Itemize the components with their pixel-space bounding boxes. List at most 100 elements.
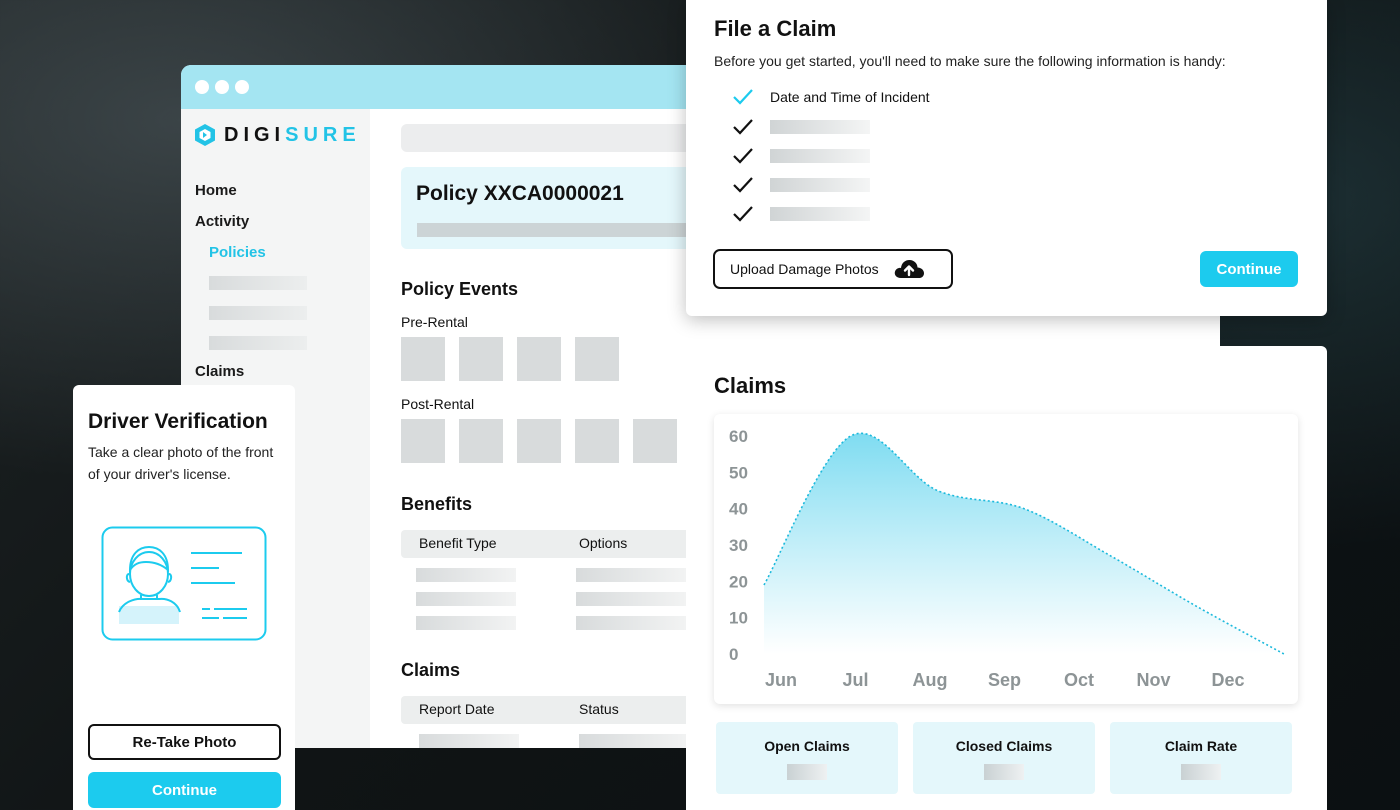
post-rental-photo-thumb[interactable] [517,419,561,463]
benefits-title: Benefits [401,494,473,514]
sidebar-item-claims[interactable]: Claims [195,363,244,380]
x-tick-label: Jul [842,670,868,690]
data-point-oct[interactable] [1108,553,1114,559]
data-point-jul[interactable] [848,433,854,439]
checklist-item-label: Date and Time of Incident [770,89,930,105]
file-claim-description: Before you get started, you'll need to m… [714,53,1226,69]
table-cell-placeholder [416,616,516,630]
pre-rental-photo-thumb[interactable] [459,337,503,381]
table-cell-placeholder [576,592,686,606]
column-header-status[interactable]: Status [579,701,619,717]
driver-continue-button[interactable]: Continue [88,772,281,808]
digisure-logo[interactable]: DIGISURE [194,123,361,147]
table-cell-placeholder [576,616,686,630]
window-dot[interactable] [235,80,249,94]
file-claim-continue-button[interactable]: Continue [1200,251,1298,287]
claims-section-title: Claims [401,660,461,680]
post-rental-label: Post-Rental [401,396,475,412]
closed-claims-stat[interactable]: Closed Claims [913,722,1095,794]
policy-title: Policy XXCA0000021 [416,182,624,205]
post-rental-photo-thumb[interactable] [401,419,445,463]
policy-placeholder-bar [417,223,717,237]
policy-header-card: Policy XXCA0000021 [401,167,721,249]
checklist-placeholder-bar [770,149,870,163]
claims-area-chart: 0 10 20 30 40 50 60 Jun Jul Aug Sep Oct Nov Dec [714,414,1298,704]
claims-chart-title: Claims [714,373,787,398]
driver-verification-title: Driver Verification [88,410,268,433]
y-tick-label: 20 [729,572,748,591]
pre-rental-label: Pre-Rental [401,314,468,330]
upload-button-label: Upload Damage Photos [730,261,879,277]
data-point-jun[interactable] [761,582,767,588]
file-claim-title: File a Claim [714,16,837,41]
checklist-placeholder-bar [770,207,870,221]
stat-label: Closed Claims [955,738,1053,754]
logo-wordmark: DIGISURE [224,123,361,146]
post-rental-photo-thumb[interactable] [633,419,677,463]
data-point-nov[interactable] [1194,604,1200,610]
y-tick-label: 60 [729,427,748,446]
sidebar-item-policies[interactable]: Policies [209,244,266,261]
file-claim-card: File a Claim Before you get started, you… [686,0,1327,316]
checklist-item [732,118,870,136]
checkmark-icon [733,206,753,222]
pre-rental-photo-thumb[interactable] [401,337,445,381]
open-claims-stat[interactable]: Open Claims [716,722,898,794]
y-tick-label: 40 [729,500,748,519]
x-tick-label: Aug [913,670,948,690]
sidebar-placeholder-item[interactable] [209,306,307,320]
checklist-item [732,176,870,194]
x-tick-label: Oct [1064,670,1094,690]
driver-license-icon [101,526,267,641]
sidebar-item-home[interactable]: Home [195,182,237,199]
column-header-report-date[interactable]: Report Date [419,701,494,717]
table-cell-placeholder [416,568,516,582]
claims-chart-card: Claims 0 10 20 30 40 50 60 Jun Jul Aug Sep Oct Nov De… [686,346,1327,810]
window-dot[interactable] [195,80,209,94]
stat-label: Claim Rate [1164,738,1238,754]
logo-hexagon-icon [195,124,215,146]
y-tick-label: 50 [729,463,748,482]
stat-value-placeholder [984,764,1024,780]
y-tick-label: 30 [729,536,748,555]
driver-verification-description: Take a clear photo of the front of your … [88,444,274,482]
search-input[interactable] [401,124,721,152]
table-cell-placeholder [419,734,519,748]
post-rental-photo-thumb[interactable] [459,419,503,463]
column-header-benefit-type[interactable]: Benefit Type [419,535,497,551]
benefits-table-header: Benefit Type Options [401,530,721,558]
pre-rental-photo-thumb[interactable] [517,337,561,381]
cloud-upload-icon [894,260,924,278]
x-tick-label: Jun [765,670,797,690]
checkmark-icon [733,148,753,164]
table-cell-placeholder [416,592,516,606]
data-point-dec[interactable] [1281,651,1287,657]
post-rental-photo-thumb[interactable] [575,419,619,463]
y-tick-label: 10 [729,609,748,628]
stat-label: Open Claims [764,738,850,754]
x-tick-label: Nov [1136,670,1170,690]
checklist-item: Date and Time of Incident [732,88,930,106]
sidebar-placeholder-item[interactable] [209,276,307,290]
pre-rental-photo-thumb[interactable] [575,337,619,381]
claims-table-header: Report Date Status [401,696,721,724]
claim-rate-stat[interactable]: Claim Rate [1110,722,1292,794]
driver-verification-card: Driver Verification Take a clear photo o… [73,385,295,810]
chart-svg: 0 10 20 30 40 50 60 Jun Jul Aug Sep Oct Nov Dec [729,427,1287,690]
sidebar-item-activity[interactable]: Activity [195,213,249,230]
column-header-options[interactable]: Options [579,535,627,551]
y-tick-label: 0 [729,645,738,664]
policy-events-title: Policy Events [401,279,519,299]
sidebar-placeholder-item[interactable] [209,336,307,350]
checkmark-icon [733,119,753,135]
retake-photo-button[interactable]: Re-Take Photo [88,724,281,760]
checklist-placeholder-bar [770,178,870,192]
upload-damage-photos-button[interactable]: Upload Damage Photos [713,249,953,289]
data-point-sep[interactable] [1021,506,1027,512]
window-dot[interactable] [215,80,229,94]
table-cell-placeholder [576,568,686,582]
claims-area-fill [764,433,1284,654]
data-point-aug[interactable] [934,488,940,494]
stat-value-placeholder [787,764,827,780]
x-tick-label: Sep [988,670,1021,690]
